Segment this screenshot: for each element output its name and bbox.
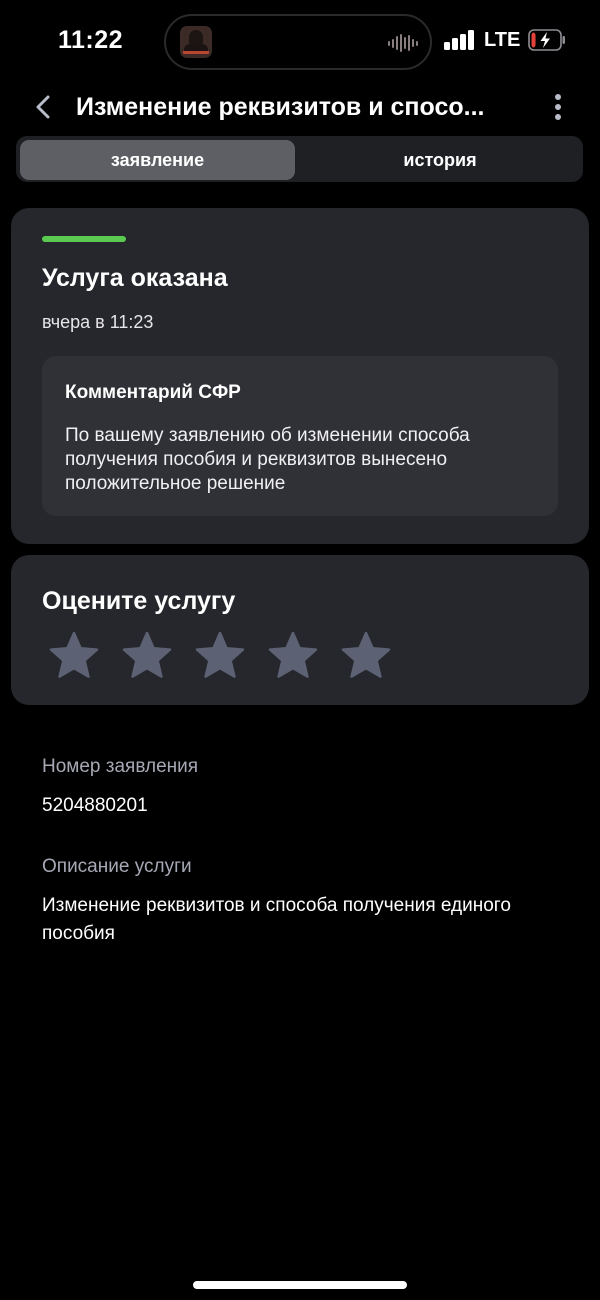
service-description-value: Изменение реквизитов и способа получения… bbox=[42, 895, 511, 944]
status-bar: 11:22 LTE bbox=[0, 0, 600, 84]
vertical-dots-icon[interactable] bbox=[546, 92, 570, 122]
battery-charging-icon bbox=[528, 29, 565, 51]
star-icon[interactable] bbox=[268, 631, 318, 679]
status-time: 11:22 bbox=[58, 26, 124, 54]
home-indicator[interactable] bbox=[193, 1281, 407, 1289]
rating-card: Оцените услугу bbox=[11, 555, 589, 705]
comment-title: Комментарий СФР bbox=[65, 382, 241, 403]
tab-application[interactable]: заявление bbox=[20, 140, 295, 180]
segmented-tabs: заявление история bbox=[16, 136, 583, 182]
service-description-label: Описание услуги bbox=[42, 856, 192, 877]
now-playing-artwork bbox=[180, 26, 212, 58]
status-date: вчера в 11:23 bbox=[42, 312, 154, 332]
comment-box: Комментарий СФР По вашему заявлению об и… bbox=[42, 356, 558, 516]
dynamic-island[interactable] bbox=[164, 14, 432, 70]
cellular-signal-icon bbox=[444, 30, 476, 50]
application-number-value: 5204880201 bbox=[42, 795, 148, 816]
star-icon[interactable] bbox=[122, 631, 172, 679]
status-progress-indicator bbox=[42, 236, 126, 242]
star-icon[interactable] bbox=[49, 631, 99, 679]
star-icon[interactable] bbox=[341, 631, 391, 679]
tab-history[interactable]: история bbox=[300, 140, 580, 180]
page-title: Изменение реквизитов и спосо... bbox=[76, 93, 485, 121]
status-title: Услуга оказана bbox=[42, 264, 228, 292]
comment-text: По вашему заявлению об изменении способа… bbox=[65, 425, 470, 494]
status-card: Услуга оказана вчера в 11:23 Комментарий… bbox=[11, 208, 589, 544]
audio-waveform-icon bbox=[388, 34, 418, 52]
rating-title: Оцените услугу bbox=[42, 587, 236, 615]
navigation-header: Изменение реквизитов и спосо... bbox=[0, 84, 600, 132]
star-icon[interactable] bbox=[195, 631, 245, 679]
network-type: LTE bbox=[484, 29, 521, 51]
application-number-label: Номер заявления bbox=[42, 756, 199, 777]
chevron-left-icon[interactable] bbox=[30, 92, 58, 122]
